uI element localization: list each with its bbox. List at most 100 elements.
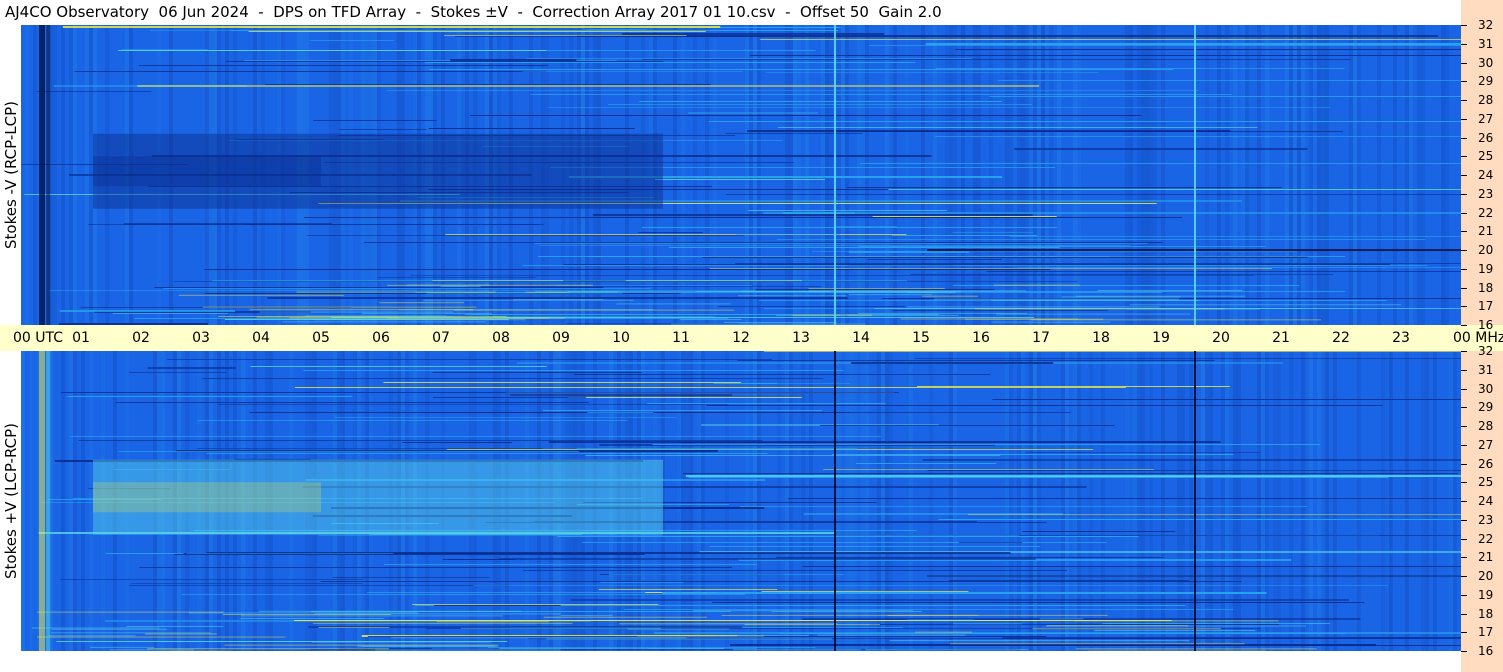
interference-line: [386, 90, 1199, 91]
low-band-noise: [808, 288, 945, 290]
freq-tick-label: 26: [1478, 130, 1494, 145]
interference-line: [989, 96, 1461, 97]
interference-line: [860, 163, 1461, 164]
freq-tick-mark: [1461, 175, 1467, 176]
interference-line: [429, 69, 1174, 70]
low-band-noise: [741, 290, 807, 292]
interference-line: [522, 265, 1427, 266]
interference-line: [641, 227, 1057, 228]
interference-line: [303, 370, 844, 371]
interference-line: [642, 59, 1351, 60]
low-band-noise: [147, 648, 389, 650]
freq-tick-label: 20: [1478, 569, 1494, 583]
interference-line: [935, 136, 1461, 137]
freq-tick-mark: [1461, 193, 1467, 195]
freq-tick-label: 19: [1478, 261, 1494, 276]
interference-line: [737, 360, 1215, 361]
low-band-noise: [126, 626, 224, 628]
freq-tick-label: 30: [1478, 55, 1494, 70]
low-band-noise: [737, 295, 847, 297]
freq-tick-label: 24: [1478, 494, 1494, 508]
interference-line: [1009, 236, 1461, 237]
low-band-noise: [993, 284, 1080, 286]
interference-line: [139, 567, 732, 568]
interference-line: [334, 417, 677, 418]
bottom-spectrogram-panel: [21, 351, 1461, 651]
low-band-noise: [1032, 628, 1221, 630]
low-band-noise: [733, 649, 862, 651]
time-tick-label: 09: [552, 330, 570, 346]
interference-line: [217, 404, 728, 405]
interference-line: [678, 442, 933, 443]
interference-line: [952, 232, 1034, 233]
texture-column: [1441, 25, 1445, 325]
freq-tick-mark: [1461, 576, 1467, 577]
texture-column: [1189, 351, 1193, 651]
texture-column: [1417, 25, 1421, 325]
bottom-heatmap-svg: [21, 351, 1461, 651]
interference-line: [131, 583, 363, 584]
interference-line: [858, 246, 1266, 247]
freq-tick-label: 31: [1478, 36, 1494, 51]
freq-tick-label: 32: [1478, 344, 1494, 358]
interference-line: [892, 310, 1108, 311]
interference-line: [74, 71, 546, 72]
bright-band-core: [93, 482, 321, 513]
interference-line: [115, 402, 589, 403]
interference-line: [542, 410, 822, 411]
interference-line: [802, 566, 1461, 567]
interference-line: [250, 366, 547, 367]
low-band-noise: [1046, 625, 1189, 627]
interference-line: [526, 58, 973, 59]
texture-column: [1377, 25, 1381, 325]
low-band-noise: [721, 614, 979, 616]
interference-line: [197, 420, 628, 421]
low-band-noise: [145, 633, 217, 635]
texture-column: [1237, 351, 1241, 651]
interference-line: [470, 115, 1142, 116]
interference-line: [763, 212, 1461, 214]
texture-column: [1285, 25, 1289, 325]
top-panel-ylabel-text: Stokes -V (RCP-LCP): [1, 101, 20, 249]
low-band-noise: [188, 612, 419, 614]
texture-column: [61, 25, 65, 325]
interference-line: [154, 287, 604, 288]
low-band-noise: [112, 312, 229, 314]
interference-line: [662, 592, 1267, 594]
time-tick-label: 00 UTC: [13, 330, 64, 346]
interference-line: [1017, 267, 1461, 268]
interference-line: [206, 453, 768, 454]
interference-line: [709, 268, 1273, 269]
time-axis: 00 UTC 01 02 03 04 05 06 07 08 09 10 11 12 13 14 15 16 17…: [0, 325, 1503, 351]
vertical-marker-line: [1194, 351, 1196, 651]
interference-line: [473, 585, 1389, 586]
sunrise-column: [39, 25, 45, 325]
interference-line: [455, 36, 1025, 37]
texture-column: [1233, 25, 1237, 325]
low-band-noise: [953, 623, 1022, 625]
low-band-noise: [692, 610, 914, 612]
low-band-noise: [1076, 295, 1246, 297]
low-band-noise: [52, 628, 167, 630]
bottom-frequency-axis: 32 31 30 29 28 27 26 25 24 23 22 21 20 19 18 17 16: [1461, 344, 1503, 672]
interference-line: [685, 475, 1461, 477]
low-band-noise: [90, 646, 155, 648]
freq-tick-mark: [1461, 519, 1467, 521]
interference-line: [62, 26, 721, 28]
low-band-noise: [1094, 630, 1255, 632]
interference-line: [294, 620, 1172, 621]
interference-line: [412, 604, 659, 605]
time-tick-label: 03: [192, 330, 210, 346]
interference-line: [787, 498, 1461, 499]
freq-tick-label: 23: [1478, 512, 1494, 527]
freq-tick-label: 25: [1478, 149, 1494, 164]
texture-column: [1301, 351, 1305, 651]
interference-line: [739, 506, 1308, 507]
interference-line: [925, 43, 1461, 45]
freq-tick-label: 22: [1478, 531, 1494, 546]
texture-column: [1405, 25, 1409, 325]
low-band-noise: [934, 298, 1179, 300]
interference-line: [777, 239, 1426, 240]
interference-line: [888, 189, 1461, 190]
freq-tick-label: 23: [1478, 186, 1494, 201]
